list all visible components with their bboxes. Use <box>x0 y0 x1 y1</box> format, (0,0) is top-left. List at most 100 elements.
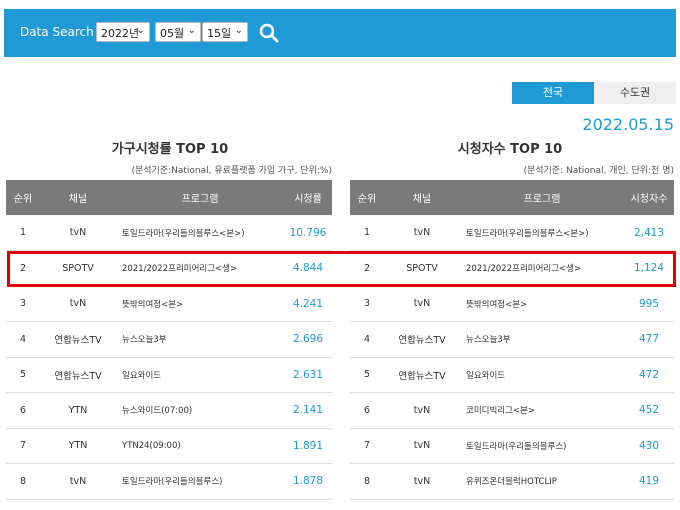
cell-program: 일요와이드 <box>122 370 162 381</box>
tab-capital[interactable]: 수도권 <box>594 82 676 104</box>
cell-program: 뉴스와이드(07:00) <box>122 406 193 417</box>
cell-program: 토일드라마(우리들의블루스<본>) <box>122 228 245 239</box>
month-value: 05월 <box>160 27 185 40</box>
household-table: 순위 채널 프로그램 시청률 1 tvN 토일드라마(우리들의블루스<본>) 10.7… <box>6 180 332 500</box>
cell-value: 995 <box>638 297 660 310</box>
day-value: 15일 <box>207 27 232 40</box>
cell-value: 419 <box>638 475 660 488</box>
cell-rank: 4 <box>363 333 371 345</box>
table-row: 4 연합뉴스TV 뉴스오늘3부 477 <box>350 322 674 357</box>
cell-channel: tvN <box>413 440 431 452</box>
table-header: 순위 채널 프로그램 시청률 <box>6 180 332 215</box>
table-row: 4 연합뉴스TV 뉴스오늘3부 2.696 <box>6 322 332 357</box>
cell-value: 10.796 <box>289 226 327 239</box>
cell-rank: 1 <box>19 227 27 238</box>
table-row: 5 연합뉴스TV 일요와이드 2.631 <box>6 357 332 393</box>
table-row: 3 tvN 뜻밖의여정<본> 995 <box>350 286 674 322</box>
table-row: 1 tvN 토일드라마(우리들의블루스<본>) 10.796 <box>6 215 332 251</box>
cell-channel: tvN <box>413 227 431 238</box>
date-label: 2022.05.15 <box>582 115 674 134</box>
cell-program: 뉴스오늘3부 <box>122 335 167 346</box>
cell-channel: YTN <box>68 440 88 452</box>
cell-program: 일요와이드 <box>466 370 506 381</box>
cell-value: 1.878 <box>292 475 324 488</box>
cell-channel: 연합뉴스TV <box>398 370 446 382</box>
table-row: 6 tvN 코미디빅리그<본> 452 <box>350 393 674 428</box>
cell-value: 472 <box>638 368 660 381</box>
cell-program: 뜻밖의여정<본> <box>466 299 528 310</box>
cell-program: 코미디빅리그<본> <box>466 406 535 417</box>
cell-rank: 8 <box>19 475 27 487</box>
column-header: 프로그램 <box>181 194 219 205</box>
table-row: 6 YTN 뉴스와이드(07:00) 2.141 <box>6 393 332 428</box>
cell-program: 뜻밖의여정<본> <box>122 299 184 310</box>
cell-value: 430 <box>638 439 660 452</box>
table-header: 순위 채널 프로그램 시청자수 <box>350 180 674 215</box>
year-value: 2022년 <box>101 27 140 40</box>
cell-program: 토일드라마(우리들의블루스<본>) <box>466 228 589 239</box>
viewers-title: 시청자수 TOP 10 <box>457 142 563 157</box>
column-header: 시청률 <box>294 194 322 205</box>
column-header: 프로그램 <box>523 194 561 205</box>
cell-rank: 7 <box>19 440 27 452</box>
table-row: 1 tvN 토일드라마(우리들의블루스<본>) 2,413 <box>350 215 674 251</box>
cell-channel: tvN <box>413 298 431 310</box>
household-note: (분석기준:National, 유료플랫폼 가입 가구, 단위:%) <box>131 166 332 176</box>
chevron-down-icon: ⌄ <box>234 25 243 36</box>
cell-channel: tvN <box>69 227 87 238</box>
column-header: 채널 <box>68 194 88 205</box>
column-header: 채널 <box>412 194 432 205</box>
cell-rank: 5 <box>19 369 27 381</box>
cell-program: 유퀴즈온더블럭HOTCLIP <box>466 477 557 488</box>
table-row: 7 YTN YTN24(09:00) 1.891 <box>6 428 332 464</box>
cell-channel: 연합뉴스TV <box>54 370 102 382</box>
viewers-table: 순위 채널 프로그램 시청자수 1 tvN 토일드라마(우리들의블루스<본>) 2,4… <box>350 180 674 500</box>
table-row: 7 tvN 토일드라마(우리들의블루스) 430 <box>350 428 674 464</box>
cell-channel: tvN <box>413 404 431 416</box>
cell-channel: tvN <box>69 475 87 487</box>
viewers-note: (분석기준: National, 개인, 단위:천 명) <box>523 166 674 176</box>
cell-value: 2.631 <box>292 368 324 381</box>
day-select[interactable]: 15일 ⌄ <box>202 22 248 42</box>
column-header: 시청자수 <box>630 194 668 205</box>
cell-program: YTN24(09:00) <box>122 440 181 451</box>
table-row: 5 연합뉴스TV 일요와이드 472 <box>350 357 674 393</box>
cell-rank: 1 <box>363 227 371 238</box>
cell-program: 토일드라마(우리들의블루스) <box>122 477 223 488</box>
search-bar: Data Search 2022년 ⌄ 05월 ⌄ 15일 ⌄ <box>4 9 676 57</box>
chevron-down-icon: ⌄ <box>136 25 145 36</box>
cell-channel: 연합뉴스TV <box>54 335 102 347</box>
cell-value: 2,413 <box>633 226 665 239</box>
cell-rank: 7 <box>363 440 371 452</box>
table-row: 8 tvN 토일드라마(우리들의블루스) 1.878 <box>6 464 332 499</box>
table-row: 3 tvN 뜻밖의여정<본> 4.241 <box>6 286 332 322</box>
column-header: 순위 <box>357 194 377 205</box>
cell-program: 토일드라마(우리들의블루스) <box>466 441 567 452</box>
cell-rank: 6 <box>363 404 371 416</box>
search-label: Data Search <box>20 25 94 39</box>
cell-channel: YTN <box>68 404 88 416</box>
highlight-box <box>7 251 676 287</box>
cell-rank: 8 <box>363 475 371 487</box>
cell-rank: 4 <box>19 333 27 345</box>
cell-channel: 연합뉴스TV <box>398 335 446 347</box>
cell-rank: 3 <box>363 298 371 310</box>
table-row: 8 tvN 유퀴즈온더블럭HOTCLIP 419 <box>350 464 674 499</box>
cell-value: 2.696 <box>292 333 324 346</box>
household-title: 가구시청률 TOP 10 <box>111 142 229 157</box>
month-select[interactable]: 05월 ⌄ <box>155 22 201 42</box>
cell-program: 뉴스오늘3부 <box>466 335 511 346</box>
cell-channel: tvN <box>413 475 431 487</box>
year-select[interactable]: 2022년 ⌄ <box>96 22 150 42</box>
cell-value: 2.141 <box>292 404 324 417</box>
cell-value: 4.241 <box>292 297 324 310</box>
cell-channel: tvN <box>69 298 87 310</box>
cell-value: 477 <box>638 333 660 346</box>
search-icon[interactable] <box>258 22 280 44</box>
column-header: 순위 <box>13 194 33 205</box>
cell-value: 1.891 <box>292 439 324 452</box>
cell-value: 452 <box>638 404 660 417</box>
chevron-down-icon: ⌄ <box>187 25 196 36</box>
tab-national[interactable]: 전국 <box>512 82 594 104</box>
cell-rank: 6 <box>19 404 27 416</box>
